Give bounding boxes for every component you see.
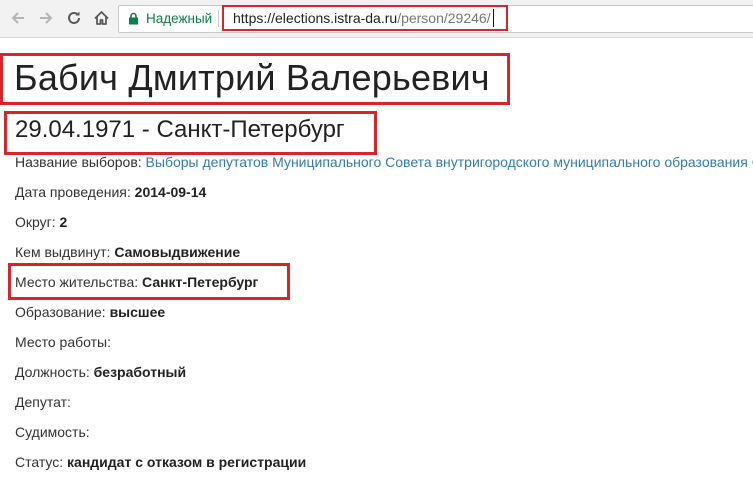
birth-date-place: 29.04.1971 - Санкт-Петербург bbox=[15, 116, 345, 143]
field-conviction: Судимость: bbox=[15, 424, 90, 440]
field-status-value: кандидат с отказом в регистрации bbox=[67, 454, 307, 470]
lock-icon bbox=[129, 12, 138, 25]
field-election: Название выборов: Выборы депутатов Муниц… bbox=[15, 154, 753, 170]
field-education: Образование: высшее bbox=[15, 304, 165, 320]
field-nominated: Кем выдвинут: Самовыдвижение bbox=[15, 244, 240, 260]
home-button[interactable] bbox=[90, 7, 112, 29]
field-workplace-label: Место работы: bbox=[15, 334, 111, 350]
omnibox-divider bbox=[218, 10, 219, 27]
back-button[interactable] bbox=[7, 7, 29, 29]
field-election-label: Название выборов: bbox=[15, 154, 146, 170]
field-date-value: 2014-09-14 bbox=[134, 184, 207, 200]
election-link[interactable]: Выборы депутатов Муниципального Совета в… bbox=[146, 154, 753, 170]
field-residence-value: Санкт-Петербург bbox=[142, 274, 259, 290]
url-host: https://elections.istra-da.ru bbox=[233, 10, 398, 26]
url-text[interactable]: https://elections.istra-da.ru/person/292… bbox=[233, 10, 491, 26]
url-path: /person/29246/ bbox=[397, 10, 491, 26]
reload-button[interactable] bbox=[63, 7, 85, 29]
field-education-value: высшее bbox=[109, 304, 166, 320]
field-conviction-label: Судимость: bbox=[15, 424, 90, 440]
field-residence-label: Место жительства: bbox=[15, 274, 143, 290]
address-bar[interactable]: Надежный https://elections.istra-da.ru/p… bbox=[118, 5, 753, 33]
url-highlight-box: https://elections.istra-da.ru/person/292… bbox=[222, 5, 508, 31]
secure-label[interactable]: Надежный bbox=[146, 11, 212, 26]
browser-toolbar: Надежный https://elections.istra-da.ru/p… bbox=[0, 0, 753, 38]
field-nominated-label: Кем выдвинут: bbox=[15, 244, 115, 260]
forward-arrow-icon bbox=[40, 12, 53, 24]
reload-icon bbox=[68, 11, 80, 24]
field-education-label: Образование: bbox=[15, 304, 110, 320]
field-deputy-label: Депутат: bbox=[15, 394, 71, 410]
field-position-value: безработный bbox=[93, 364, 187, 380]
field-status: Статус: кандидат с отказом в регистрации bbox=[15, 454, 306, 470]
field-district-value: 2 bbox=[59, 214, 68, 230]
field-date-label: Дата проведения: bbox=[15, 184, 135, 200]
back-arrow-icon bbox=[11, 12, 24, 24]
field-nominated-value: Самовыдвижение bbox=[114, 244, 241, 260]
forward-button[interactable] bbox=[35, 7, 57, 29]
field-position-label: Должность: bbox=[15, 364, 94, 380]
field-deputy: Депутат: bbox=[15, 394, 71, 410]
home-icon bbox=[93, 11, 109, 25]
field-district-label: Округ: bbox=[15, 214, 60, 230]
person-name-heading: Бабич Дмитрий Валерьевич bbox=[14, 57, 490, 98]
field-residence: Место жительства: Санкт-Петербург bbox=[15, 274, 258, 290]
field-position: Должность: безработный bbox=[15, 364, 186, 380]
field-district: Округ: 2 bbox=[15, 214, 67, 230]
field-date: Дата проведения: 2014-09-14 bbox=[15, 184, 206, 200]
field-status-label: Статус: bbox=[15, 454, 68, 470]
field-workplace: Место работы: bbox=[15, 334, 111, 350]
text-caret bbox=[493, 9, 494, 27]
